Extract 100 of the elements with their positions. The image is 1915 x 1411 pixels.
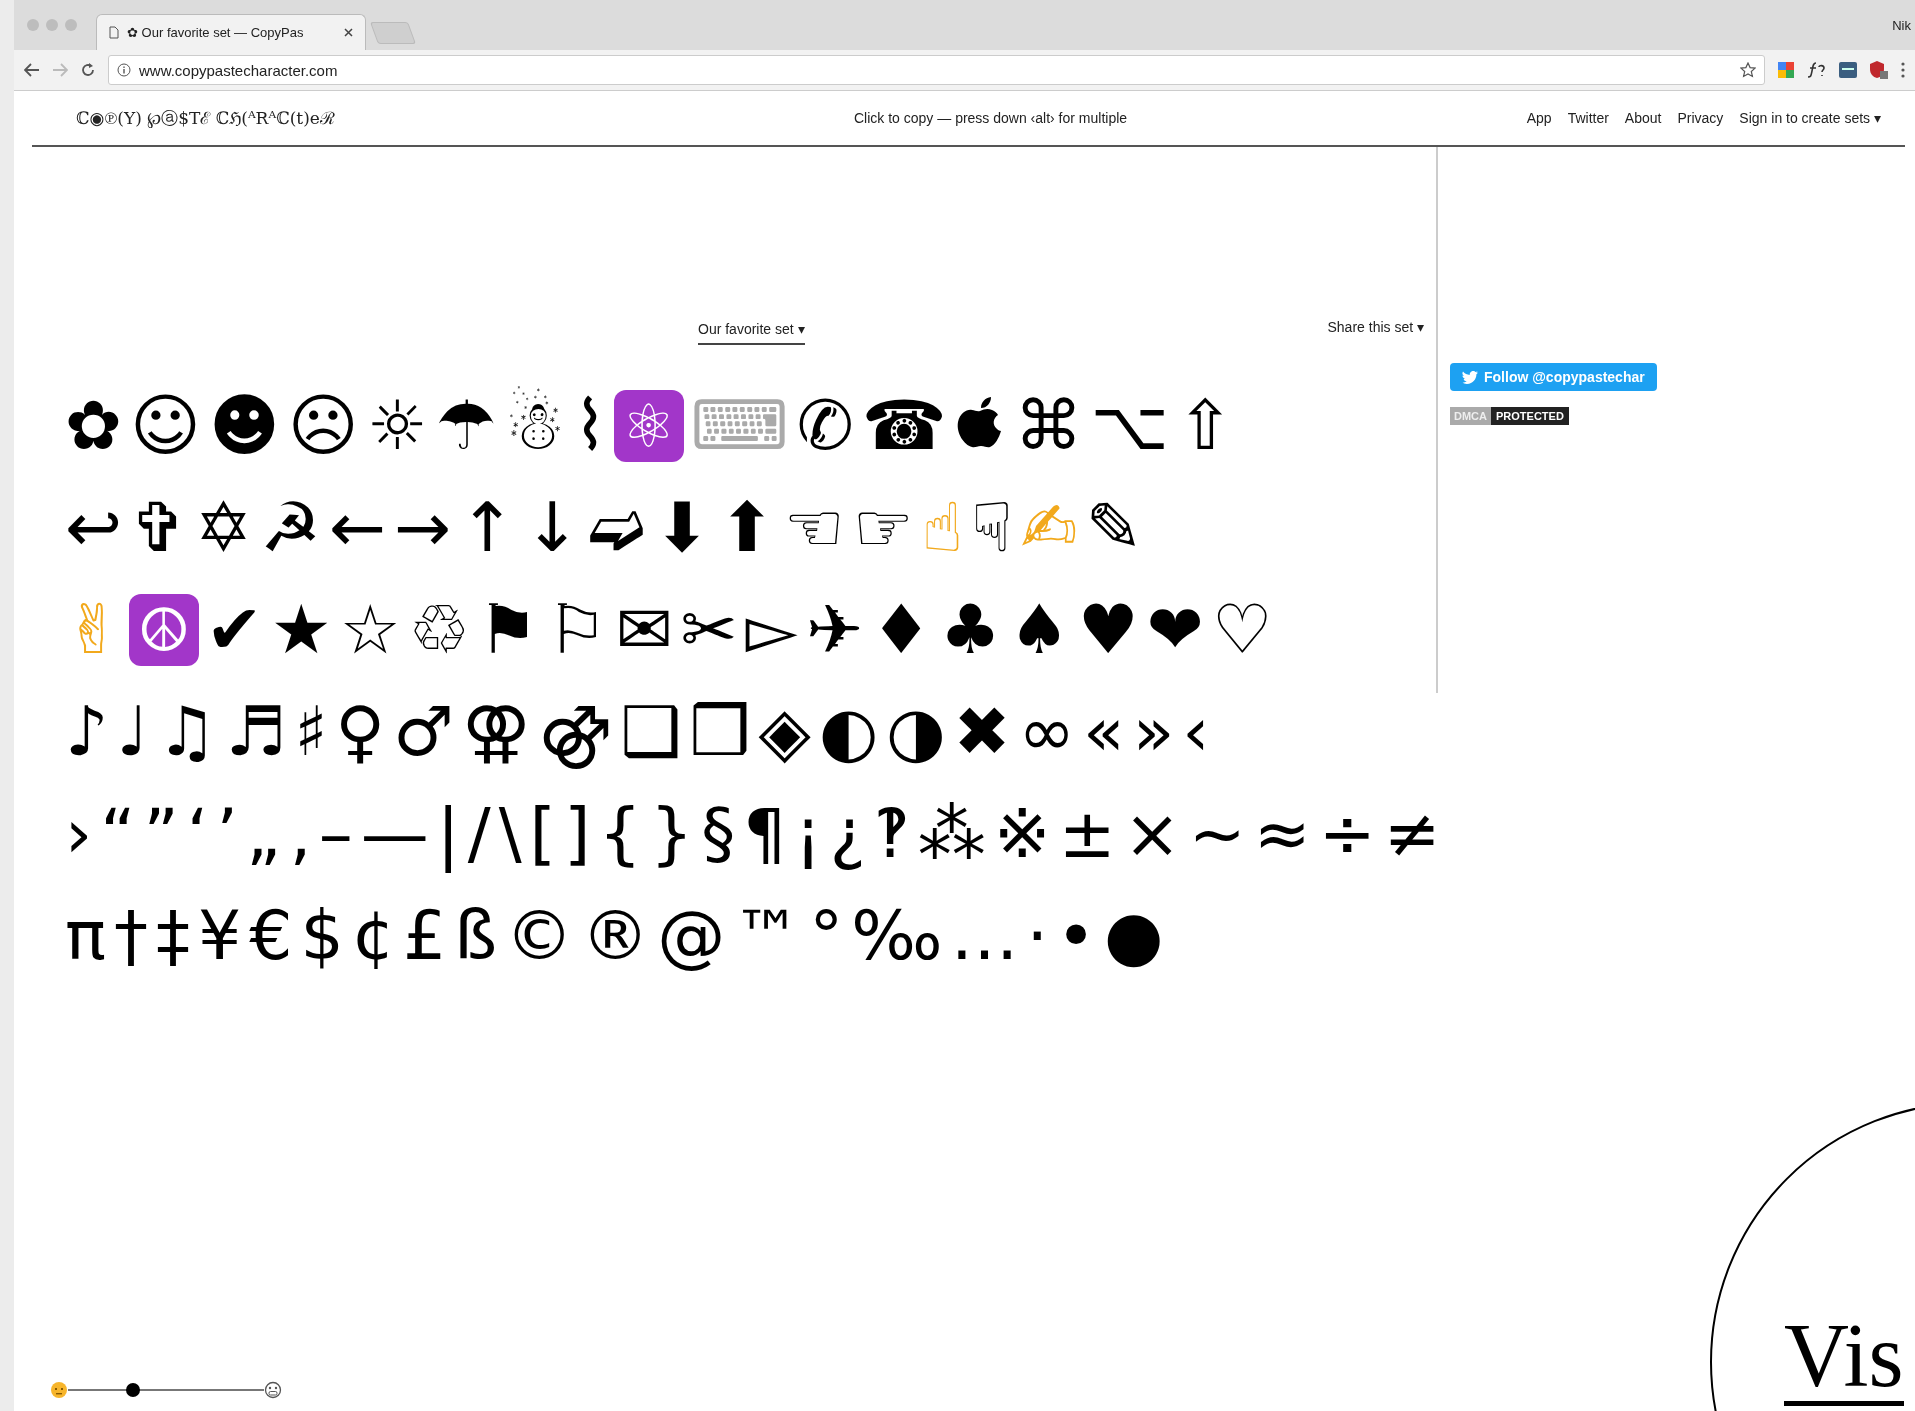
symbol-character[interactable]: ✿ [64,380,123,472]
site-logo[interactable]: ℂ◉℗(Y) ℘ⓐ$Tℰ ℂℌ(ᴬRᴬℂ(t)eℛ [76,106,456,130]
symbol-character[interactable]: « [1082,686,1126,778]
symbol-character[interactable]: ⚑ [476,584,540,676]
symbol-character[interactable]: ⁂ [916,788,987,880]
symbol-character[interactable]: ¶ [742,788,788,880]
symbol-character[interactable]: ☟ [970,482,1014,574]
symbol-character[interactable]: ♣ [938,584,1002,676]
symbol-character[interactable]: ☻ [207,380,281,472]
symbol-character[interactable]: ※ [992,788,1052,880]
symbol-character[interactable]: ± [1057,788,1117,880]
nav-link[interactable]: Privacy [1677,110,1724,126]
symbol-character[interactable]: ¿ [828,788,867,880]
symbol-character[interactable]: ® [580,890,651,982]
symbol-character[interactable]: ⬇ [652,482,712,574]
symbol-character[interactable]: ✡ [193,482,253,574]
symbol-character[interactable]: ♯ [293,686,329,778]
symbol-character[interactable]: § [700,788,737,880]
symbol-character[interactable]: ☆ [338,584,402,676]
symbol-character[interactable]: ¢ [350,890,396,982]
symbol-character[interactable]: ∞ [1017,686,1077,778]
symbol-character[interactable]: ⬆ [717,482,777,574]
symbol-character[interactable]: • [1055,890,1098,982]
symbol-character[interactable]: ⌘ [1013,380,1084,472]
symbol-character[interactable]: ♂ [392,686,456,778]
symbol-character[interactable]: ✎ [1084,482,1144,574]
symbol-character[interactable]: ◑ [885,686,947,778]
symbol-character[interactable]: \ [497,788,523,880]
symbol-character[interactable]: / [466,788,492,880]
symbol-character[interactable]: ♥ [1076,584,1140,676]
symbol-character[interactable]: ★ [269,584,333,676]
nav-link[interactable]: App [1526,110,1552,126]
symbol-character[interactable]: ☺ [129,380,202,472]
symbol-character[interactable]: ≈ [1252,788,1312,880]
set-dropdown[interactable]: Our favorite set ▾ [698,321,805,345]
symbol-character[interactable]: ♠ [1007,584,1071,676]
nav-link[interactable]: Sign in to create sets ▾ [1739,110,1881,126]
symbol-character[interactable]: ‡ [154,890,191,982]
symbol-character[interactable]: ☭ [258,482,322,574]
symbol-character[interactable]: ’ [215,788,239,880]
symbol-character[interactable]: ♀ [334,686,387,778]
profile-name[interactable]: Nik [1892,17,1911,33]
symbol-character[interactable]: ♫ [155,686,219,778]
symbol-character[interactable]: ↩ [64,482,123,574]
symbol-character[interactable]: ÷ [1317,788,1377,880]
symbol-character[interactable]: × [1122,788,1182,880]
symbol-character[interactable]: ¥ [196,890,243,982]
symbol-character[interactable]: £ [402,890,448,982]
symbol-character[interactable]: ‰ [850,890,944,982]
symbol-character[interactable]: $ [299,890,345,982]
symbol-character[interactable]: € [248,890,294,982]
symbol-character[interactable]: “ [99,788,137,880]
symbol-character[interactable]: | [435,788,461,880]
symbol-character[interactable]: ☂ [434,380,498,472]
symbol-character[interactable]: @ [656,890,727,982]
symbol-character[interactable]: ↓ [522,482,582,574]
symbol-character[interactable]: ▻ [744,584,799,676]
symbol-character[interactable]: ☹ [286,380,360,472]
symbol-character[interactable]: ‽ [872,788,911,880]
symbol-character[interactable]: ♩ [115,686,150,778]
symbol-character[interactable]: ✆ [795,380,855,472]
symbol-character[interactable]: ☞ [851,482,915,574]
symbol-character[interactable]: » [1131,686,1176,778]
symbol-character[interactable]: ⚢ [461,686,532,778]
symbol-character[interactable]: ♡ [1210,584,1274,676]
symbol-character[interactable]: ← [327,482,387,574]
symbol-character[interactable]: ⌥ [1089,380,1170,472]
symbol-character[interactable]: [ [528,788,558,880]
symbol-character[interactable]: π [64,890,107,982]
symbol-character[interactable]: – [317,788,354,880]
symbol-character[interactable]: ~ [1187,788,1247,880]
symbol-character[interactable]: ✂ [679,584,739,676]
share-dropdown[interactable]: Share this set ▾ [1327,319,1424,335]
symbol-character[interactable]: ✞ [129,482,188,574]
symbol-character[interactable]: ‚ [288,788,312,880]
symbol-character[interactable]: ♦ [869,584,933,676]
symbol-character[interactable]: ❤ [1145,584,1205,676]
symbol-character[interactable]: { [597,788,643,880]
symbol-character[interactable]: ♲ [407,584,471,676]
symbol-character[interactable]: ☃ [503,380,567,472]
symbol-character[interactable]: · [1025,890,1049,982]
symbol-character[interactable]: ↑ [457,482,517,574]
symbol-character[interactable]: ✔ [204,584,264,676]
symbol-character[interactable]: ™ [732,890,803,982]
dmca-badge[interactable]: DMCA PROTECTED [1450,407,1569,425]
symbol-character[interactable]: † [112,890,149,982]
symbol-character[interactable]: ‘ [185,788,210,880]
symbol-character[interactable]: ➫ [587,482,647,574]
symbol-character[interactable]: ⚣ [537,686,614,778]
symbol-character[interactable]: ⇧ [1175,380,1235,472]
symbol-character[interactable]: ◐ [817,686,880,778]
symbol-character[interactable]: ♪ [64,686,110,778]
symbol-character[interactable]: ♬ [224,686,288,778]
symbol-character[interactable]: → [392,482,452,574]
symbol-character[interactable]: … [949,890,1020,982]
symbol-character[interactable]: ‹ [1181,686,1211,778]
nav-link[interactable]: Twitter [1567,110,1609,126]
browser-tab[interactable]: ✿ Our favorite set — CopyPas [96,14,366,50]
symbol-character[interactable]: ß [453,890,499,982]
symbol-character[interactable]: ❒ [688,686,752,778]
